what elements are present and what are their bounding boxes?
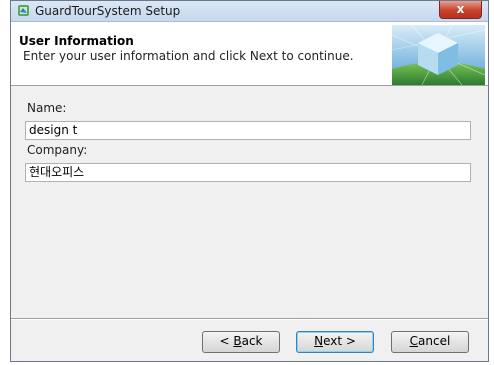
- company-label: Company:: [27, 143, 88, 157]
- name-field[interactable]: design t: [25, 121, 471, 140]
- page-subtitle: Enter your user information and click Ne…: [23, 49, 354, 63]
- next-button-label: ext >: [323, 334, 356, 348]
- cancel-button-mnemonic: C: [409, 334, 419, 348]
- name-label: Name:: [27, 101, 67, 115]
- company-field[interactable]: 현대오피스: [25, 163, 471, 182]
- close-icon: x: [456, 2, 465, 16]
- cube-globe-banner: [392, 25, 485, 85]
- setup-window: GuardTourSystem Setup x User Information…: [10, 0, 489, 362]
- installer-icon: [18, 5, 29, 16]
- form-area: Name: design t Company: 현대오피스: [11, 86, 488, 318]
- next-button-mnemonic: N: [314, 334, 324, 348]
- footer-divider: [11, 318, 488, 320]
- next-button[interactable]: Next >: [296, 331, 374, 353]
- back-button-label: ack: [241, 334, 263, 348]
- back-button-mnemonic: B: [233, 334, 242, 348]
- close-button[interactable]: x: [439, 1, 482, 19]
- cancel-button-label: ancel: [418, 334, 451, 348]
- wizard-header: User Information Enter your user informa…: [11, 22, 488, 86]
- title-bar[interactable]: GuardTourSystem Setup x: [11, 1, 488, 22]
- back-button-prefix: <: [219, 334, 234, 348]
- window-title: GuardTourSystem Setup: [35, 4, 181, 18]
- cancel-button[interactable]: Cancel: [391, 331, 469, 353]
- page-title: User Information: [19, 34, 134, 48]
- back-button[interactable]: < Back: [202, 331, 280, 353]
